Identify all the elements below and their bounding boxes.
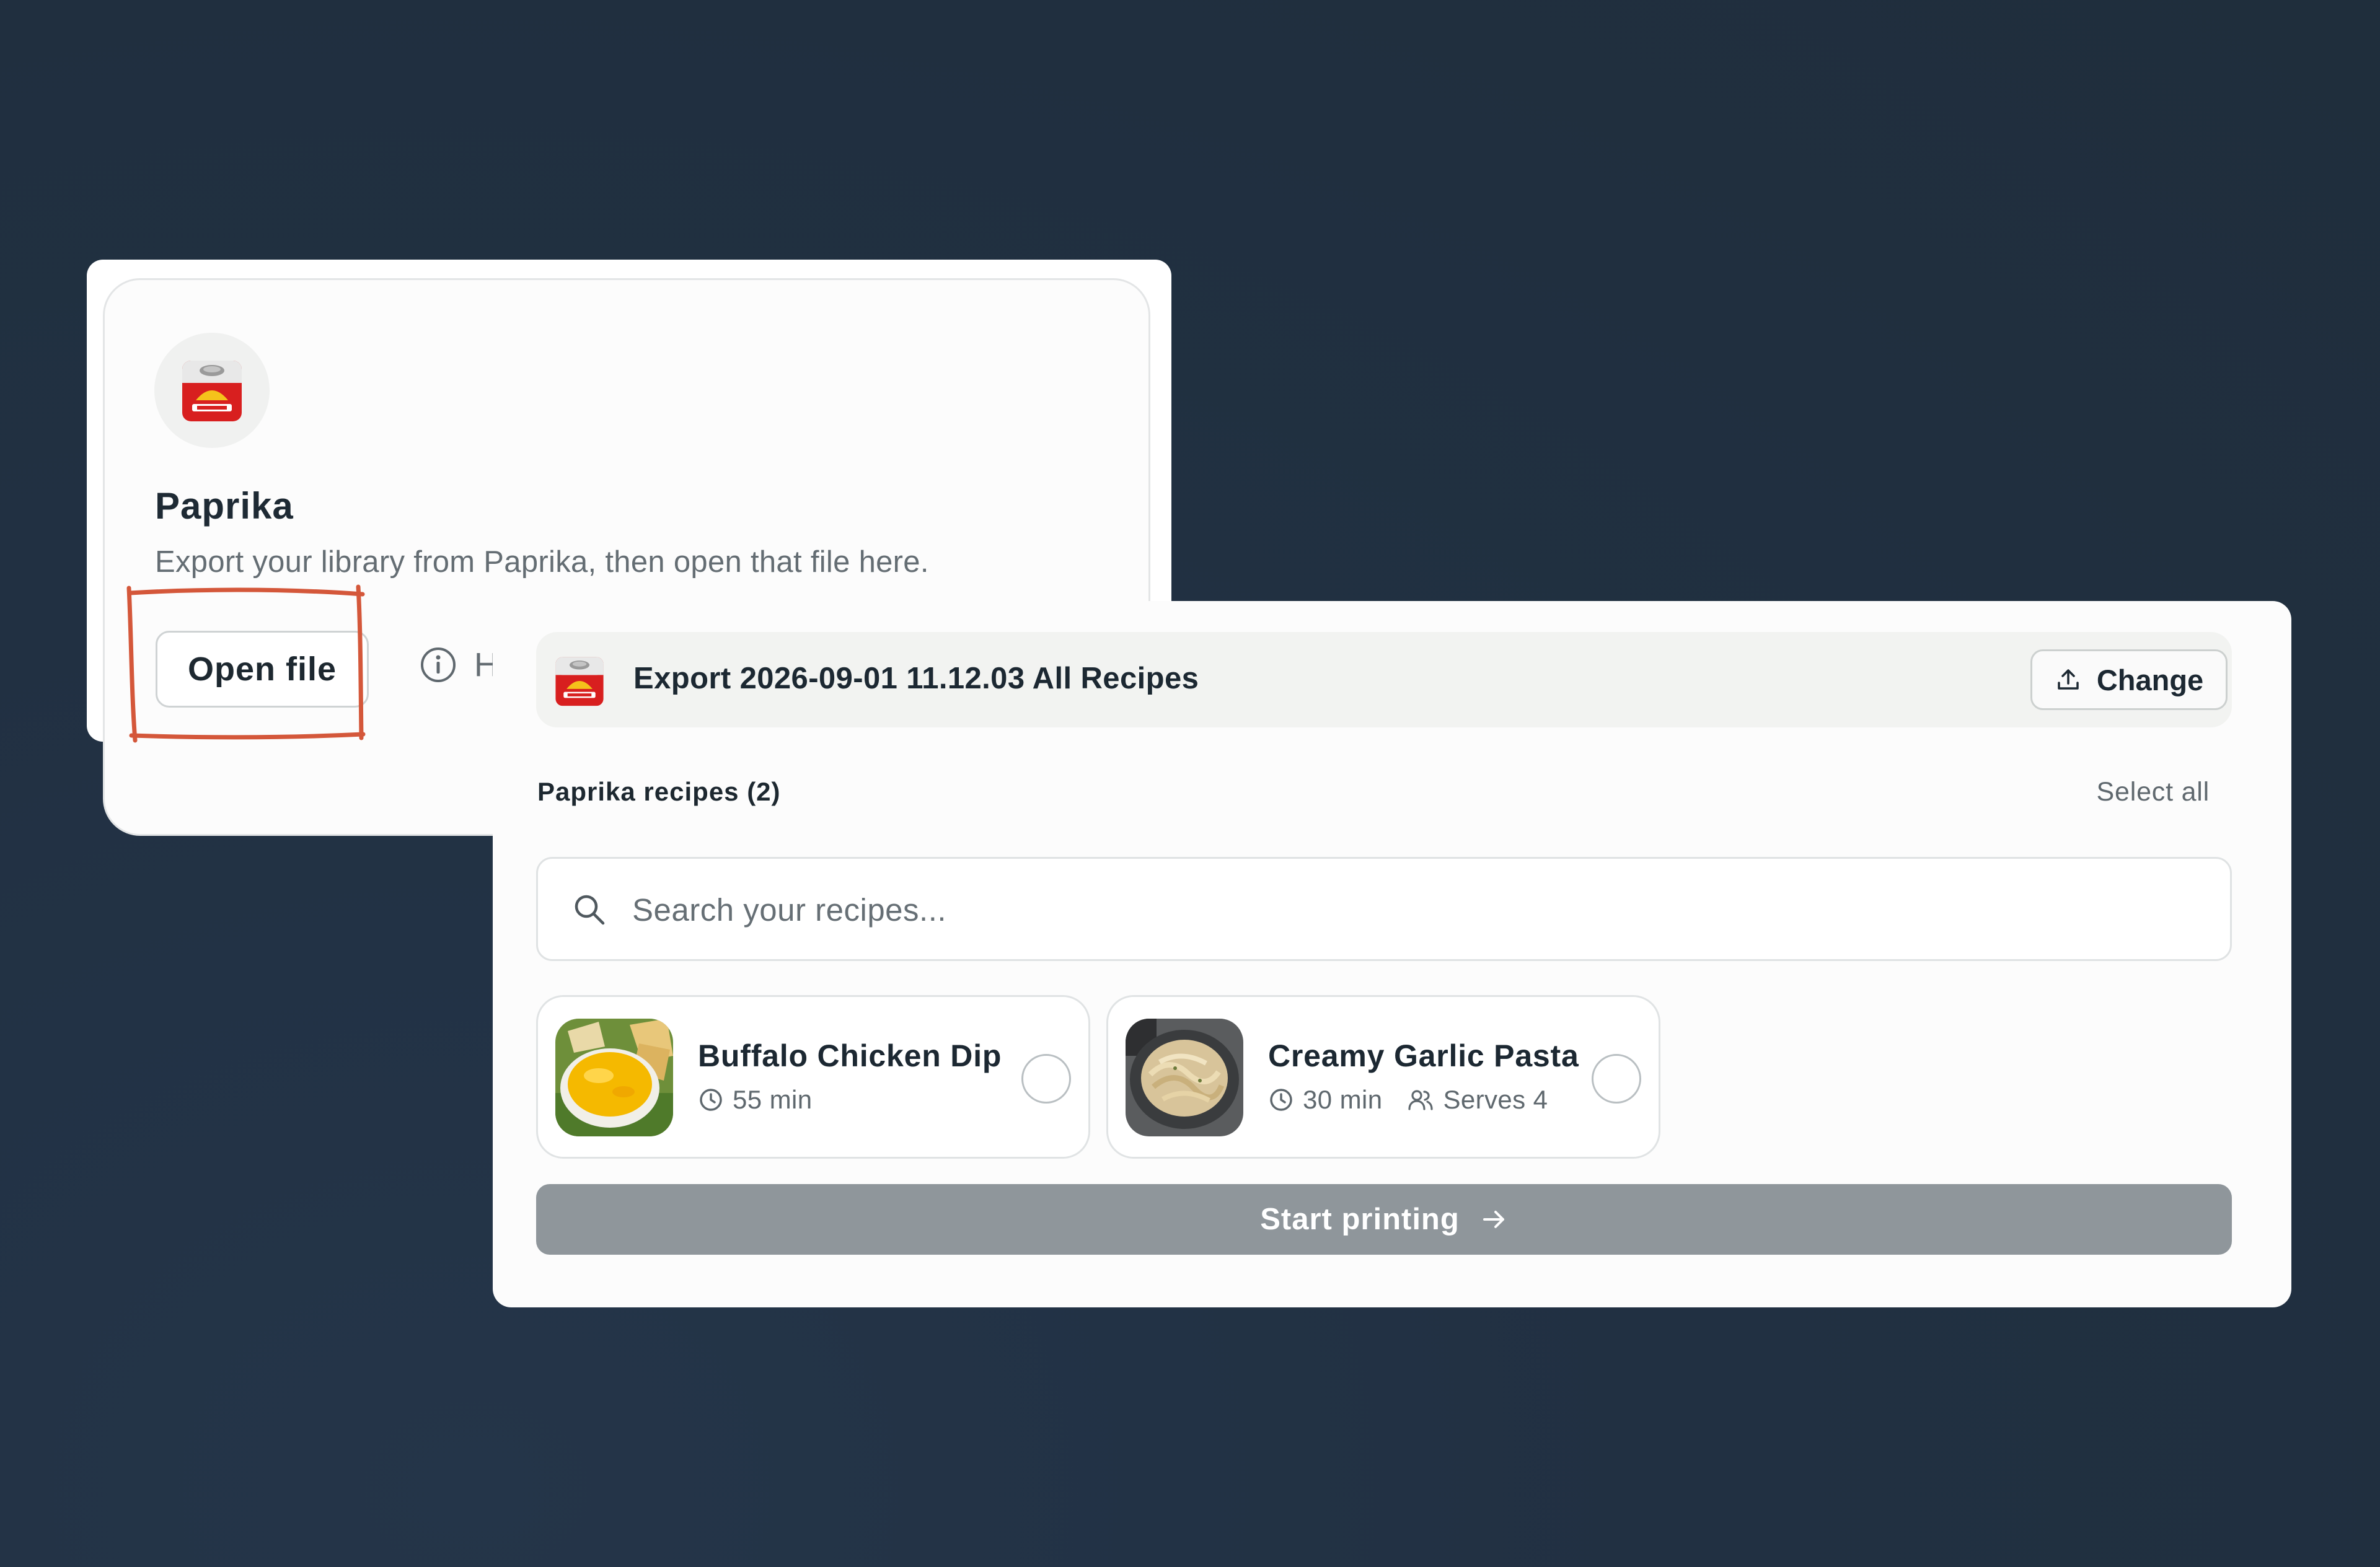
source-description: Export your library from Paprika, then o… (155, 545, 929, 579)
info-circle-icon (421, 647, 456, 682)
search-input[interactable] (631, 884, 2121, 936)
select-all-button[interactable]: Select all (2097, 777, 2210, 807)
file-name: Export 2026-09-01 11.12.03 All Recipes (633, 662, 1199, 695)
source-title: Paprika (155, 485, 294, 527)
users-icon (1408, 1090, 1434, 1110)
recipe-time: 55 min (698, 1085, 812, 1115)
start-printing-button[interactable]: Start printing (536, 1184, 2232, 1255)
arrow-right-icon (1483, 1211, 1504, 1228)
start-printing-label: Start printing (1260, 1203, 1460, 1236)
recipe-serves: Serves 4 (1407, 1085, 1548, 1115)
change-file-button[interactable]: Change (2030, 649, 2228, 710)
recipe-time-label: 55 min (733, 1085, 813, 1114)
recipe-select-radio[interactable] (1592, 1054, 1641, 1104)
recipe-serves-label: Serves 4 (1443, 1085, 1548, 1114)
recipe-meta: 30 min Serves 4 (1268, 1085, 1572, 1115)
search-icon (571, 891, 608, 931)
recipes-section-label: Paprika recipes (2) (537, 777, 781, 806)
search-box[interactable] (536, 857, 2232, 961)
change-file-label: Change (2096, 663, 2204, 696)
recipe-title: Creamy Garlic Pasta (1268, 1038, 1579, 1073)
clock-icon (1270, 1089, 1292, 1111)
recipe-time-label: 30 min (1303, 1085, 1383, 1114)
paprika-file-icon (552, 653, 607, 712)
recipe-thumbnail-buffalo-chicken-dip (555, 1019, 673, 1136)
recipe-meta: 55 min (698, 1085, 837, 1115)
recipe-title: Buffalo Chicken Dip (698, 1038, 1002, 1073)
clock-icon (700, 1089, 722, 1111)
recipe-time: 30 min (1268, 1085, 1382, 1115)
recipe-card-buffalo-chicken-dip[interactable]: Buffalo Chicken Dip 55 min (536, 995, 1090, 1159)
upload-icon (2058, 669, 2079, 690)
paprika-app-icon (154, 333, 270, 448)
annotation-highlight (126, 584, 366, 743)
selected-file-bar: Export 2026-09-01 11.12.03 All Recipes C… (536, 632, 2232, 727)
recipe-thumbnail-creamy-garlic-pasta (1126, 1019, 1243, 1136)
recipe-card-creamy-garlic-pasta[interactable]: Creamy Garlic Pasta 30 min Serves 4 (1106, 995, 1660, 1159)
import-panel: Export 2026-09-01 11.12.03 All Recipes C… (493, 601, 2291, 1307)
recipe-select-radio[interactable] (1021, 1054, 1071, 1104)
